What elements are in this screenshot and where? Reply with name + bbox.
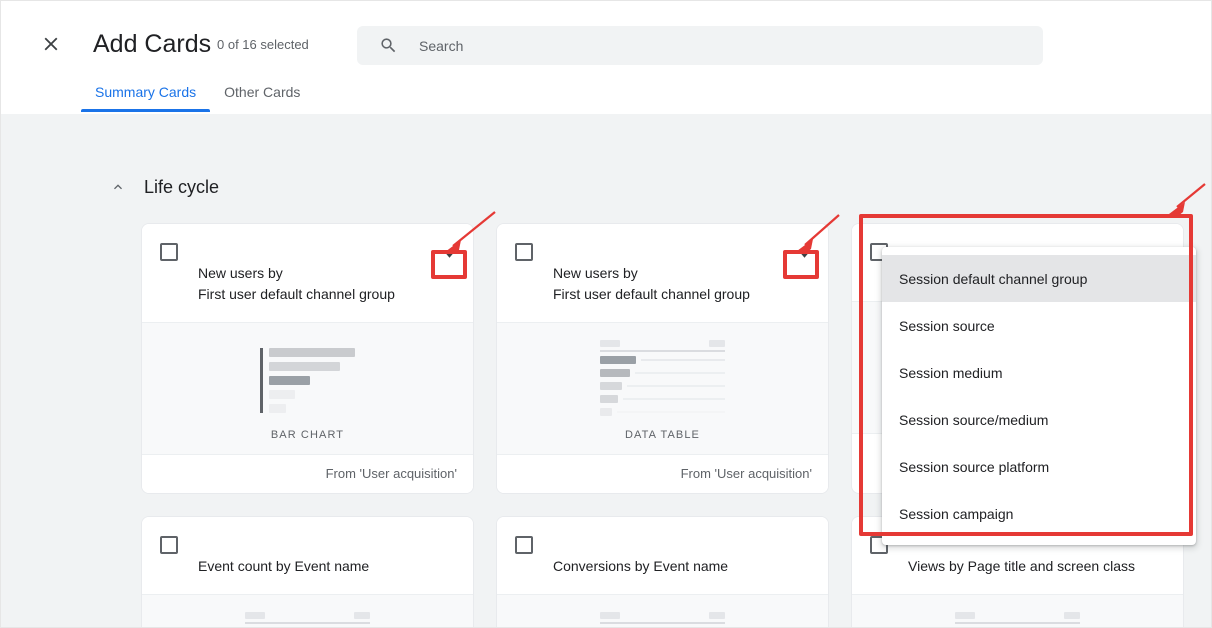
bar-chart-thumbnail bbox=[142, 339, 473, 421]
card-source: From 'User acquisition' bbox=[142, 454, 473, 493]
dropdown-item-label: Session campaign bbox=[899, 505, 1014, 522]
card-title-text: Event count by Event name bbox=[198, 558, 370, 574]
preview-type-label: DATA TABLE bbox=[625, 429, 700, 441]
card-checkbox[interactable] bbox=[160, 536, 178, 554]
dialog-header: Add Cards 0 of 16 selected Summary Cards… bbox=[1, 1, 1211, 114]
card-preview: DATA TABLE bbox=[497, 322, 828, 454]
card-new-users-bar-chart[interactable]: New users by First user default channel … bbox=[141, 223, 474, 494]
card-header: Event count by Event name bbox=[142, 517, 473, 594]
dropdown-item-session-medium[interactable]: Session medium bbox=[882, 349, 1196, 396]
search-icon bbox=[379, 36, 398, 55]
card-header: New users by First user default channel … bbox=[497, 224, 828, 322]
card-header: Conversions by Event name bbox=[497, 517, 828, 594]
card-title: New users by First user default channel … bbox=[198, 242, 439, 305]
session-dimension-dropdown[interactable]: Session default channel group Session so… bbox=[882, 247, 1196, 545]
dropdown-item-session-default-channel-group[interactable]: Session default channel group bbox=[882, 255, 1196, 302]
dropdown-item-label: Session source platform bbox=[899, 458, 1050, 475]
card-preview: DATA TABLE bbox=[852, 594, 1183, 627]
dropdown-item-label: Session medium bbox=[899, 364, 1003, 381]
data-table-thumbnail bbox=[852, 611, 1183, 627]
card-conversions[interactable]: Conversions by Event name bbox=[496, 516, 829, 627]
card-preview: DATA TABLE bbox=[497, 594, 828, 627]
dimension-caret-button[interactable] bbox=[792, 242, 816, 266]
card-preview: DATA TABLE bbox=[142, 594, 473, 627]
dropdown-item-session-source-medium[interactable]: Session source/medium bbox=[882, 396, 1196, 443]
card-checkbox[interactable] bbox=[515, 243, 533, 261]
card-new-users-data-table[interactable]: New users by First user default channel … bbox=[496, 223, 829, 494]
chevron-up-icon[interactable] bbox=[110, 179, 126, 195]
search-box[interactable] bbox=[357, 26, 1043, 65]
card-title-text: Conversions by Event name bbox=[553, 558, 729, 574]
data-table-thumbnail bbox=[497, 339, 828, 421]
card-checkbox[interactable] bbox=[160, 243, 178, 261]
card-checkbox[interactable] bbox=[515, 536, 533, 554]
dropdown-item-label: Session default channel group bbox=[899, 270, 1088, 287]
dimension-caret-button[interactable] bbox=[437, 242, 461, 266]
search-input[interactable] bbox=[419, 26, 1043, 65]
caret-down-icon bbox=[443, 245, 455, 263]
dropdown-item-session-source-platform[interactable]: Session source platform bbox=[882, 443, 1196, 490]
close-icon bbox=[40, 33, 62, 55]
card-title-text: Views by Page title and screen class bbox=[908, 558, 1135, 574]
tab-other-cards-label: Other Cards bbox=[224, 84, 301, 100]
dropdown-item-session-source[interactable]: Session source bbox=[882, 302, 1196, 349]
preview-type-label: BAR CHART bbox=[270, 429, 345, 441]
card-source: From 'User acquisition' bbox=[497, 454, 828, 493]
caret-down-icon bbox=[798, 245, 810, 263]
dropdown-item-label: Session source bbox=[899, 317, 995, 334]
tab-summary-cards-label: Summary Cards bbox=[95, 84, 197, 100]
tab-summary-cards[interactable]: Summary Cards bbox=[81, 83, 211, 112]
dropdown-item-session-campaign[interactable]: Session campaign bbox=[882, 490, 1196, 537]
section-title: Life cycle bbox=[144, 177, 220, 197]
section-header-life-cycle[interactable]: Life cycle bbox=[110, 175, 219, 199]
tab-bar: Summary Cards Other Cards bbox=[81, 83, 314, 112]
card-title: Event count by Event name bbox=[198, 535, 461, 577]
card-title-text: New users by First user default channel … bbox=[198, 265, 395, 302]
card-preview: BAR CHART bbox=[142, 322, 473, 454]
add-cards-dialog: Add Cards 0 of 16 selected Summary Cards… bbox=[0, 0, 1212, 628]
card-title: Conversions by Event name bbox=[553, 535, 816, 577]
card-event-count[interactable]: Event count by Event name bbox=[141, 516, 474, 627]
selected-count: 0 of 16 selected bbox=[217, 37, 309, 52]
card-title-text: New users by First user default channel … bbox=[553, 265, 750, 302]
data-table-thumbnail bbox=[142, 611, 473, 627]
card-header: New users by First user default channel … bbox=[142, 224, 473, 322]
tab-other-cards[interactable]: Other Cards bbox=[210, 83, 314, 112]
page-title: Add Cards bbox=[93, 30, 212, 58]
close-button[interactable] bbox=[34, 27, 68, 61]
data-table-thumbnail bbox=[497, 611, 828, 627]
dropdown-item-label: Session source/medium bbox=[899, 411, 1049, 428]
card-title: New users by First user default channel … bbox=[553, 242, 794, 305]
